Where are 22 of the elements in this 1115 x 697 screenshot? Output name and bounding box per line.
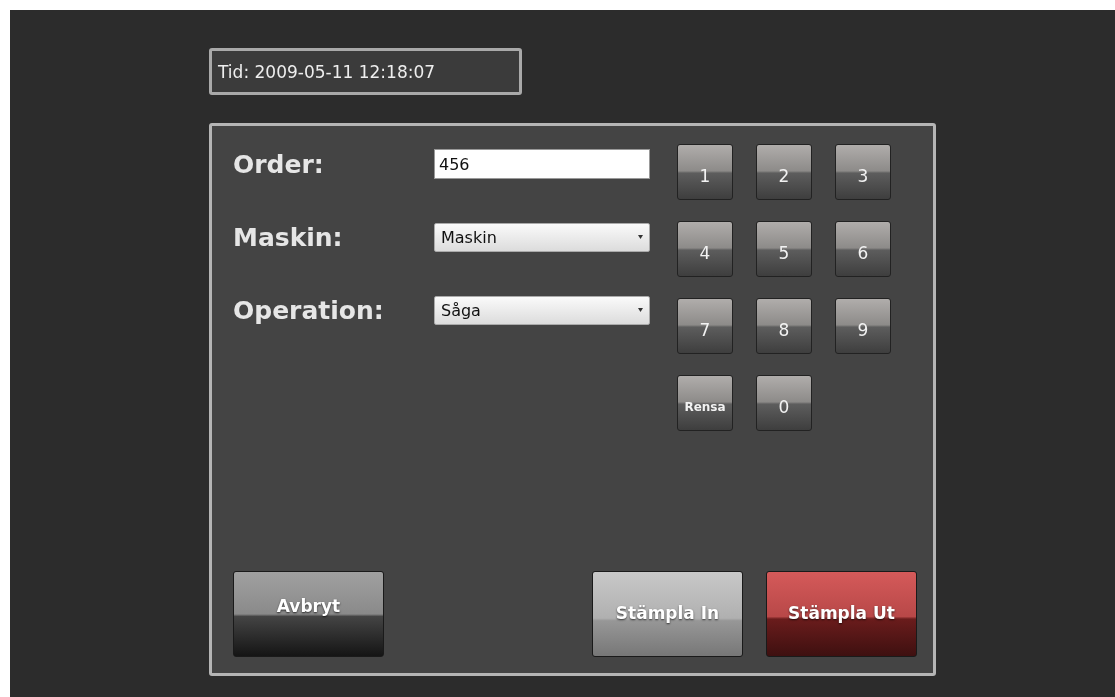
number-key[interactable]: 2 bbox=[756, 144, 812, 200]
number-key[interactable]: 5 bbox=[756, 221, 812, 277]
field-label: Operation: bbox=[233, 295, 385, 325]
caret-icon bbox=[638, 235, 643, 239]
time-display: Tid: 2009-05-11 12:18:07 bbox=[209, 48, 522, 95]
number-key[interactable]: 6 bbox=[835, 221, 891, 277]
input-field[interactable]: 456 bbox=[434, 149, 650, 179]
number-key[interactable]: 8 bbox=[756, 298, 812, 354]
number-key[interactable]: 4 bbox=[677, 221, 733, 277]
number-key[interactable]: 7 bbox=[677, 298, 733, 354]
number-key[interactable]: 9 bbox=[835, 298, 891, 354]
field-label: Maskin: bbox=[233, 222, 344, 252]
clear-key[interactable]: Rensa bbox=[677, 375, 733, 431]
dropdown[interactable]: Såga bbox=[434, 295, 650, 325]
field-label: Order: bbox=[233, 149, 325, 179]
caret-icon bbox=[638, 308, 643, 312]
action-button[interactable]: Avbryt bbox=[233, 571, 384, 657]
number-key[interactable]: 0 bbox=[756, 375, 812, 431]
dropdown[interactable]: Maskin bbox=[434, 222, 650, 252]
action-button[interactable]: Stämpla Ut bbox=[766, 571, 917, 657]
number-key[interactable]: 3 bbox=[835, 144, 891, 200]
number-key[interactable]: 1 bbox=[677, 144, 733, 200]
